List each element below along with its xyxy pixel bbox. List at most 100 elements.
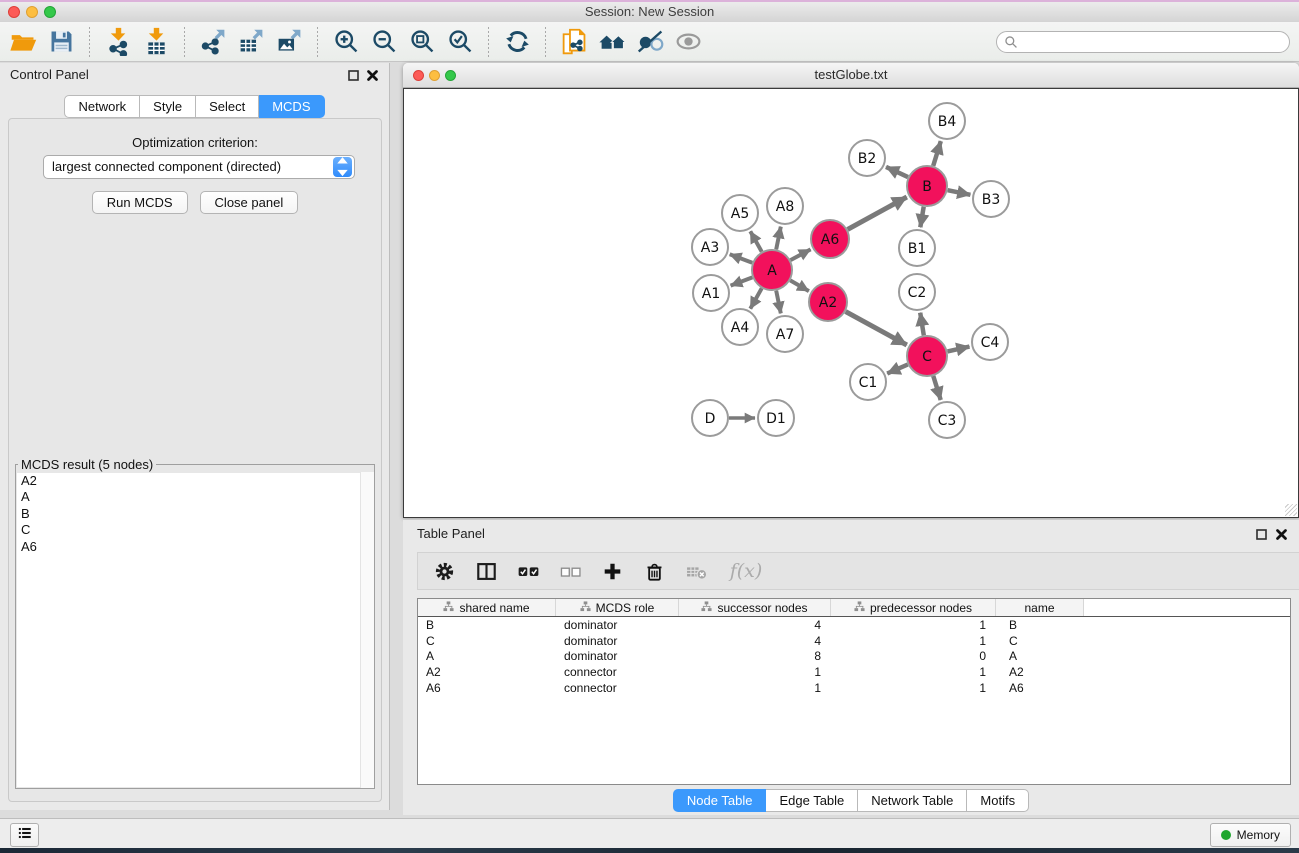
tab-style[interactable]: Style [140,95,196,118]
network-window-titlebar[interactable]: testGlobe.txt [403,63,1299,88]
edge-A6-B[interactable] [848,197,907,229]
table-row[interactable]: Adominator80A [418,648,1290,664]
memory-button[interactable]: Memory [1210,823,1291,847]
graph-node-C1[interactable]: C1 [850,364,886,400]
graph-node-C4[interactable]: C4 [972,324,1008,360]
graph-node-B4[interactable]: B4 [929,103,965,139]
result-list-item[interactable]: A6 [17,539,373,555]
graph-node-B3[interactable]: B3 [973,181,1009,217]
network-canvas[interactable]: B4 B2 B B3 A8 A5 A6 B1 A3 A A1 C2 A2 A4 … [403,88,1299,518]
column-header-successor-nodes[interactable]: successor nodes [679,599,831,616]
cell-successor-nodes[interactable]: 4 [679,634,831,648]
tab-network[interactable]: Network [64,95,140,118]
cell-predecessor-nodes[interactable]: 1 [831,681,996,695]
doc-network-button[interactable] [555,25,593,59]
cell-successor-nodes[interactable]: 1 [679,681,831,695]
result-list-item[interactable]: A2 [17,473,373,489]
export-table-button[interactable] [232,25,270,59]
cell-MCDS-role[interactable]: dominator [556,649,679,663]
cell-name[interactable]: B [996,618,1084,632]
graph-node-A6[interactable]: A6 [811,220,849,258]
graph-node-A2[interactable]: A2 [809,283,847,321]
result-list-item[interactable]: A [17,489,373,505]
result-list-item[interactable]: C [17,522,373,538]
cell-name[interactable]: A2 [996,665,1084,679]
graph-node-A8[interactable]: A8 [767,188,803,224]
cell-successor-nodes[interactable]: 4 [679,618,831,632]
edge-B-B4[interactable] [933,141,941,166]
tab-edge-table[interactable]: Edge Table [766,789,858,812]
cell-predecessor-nodes[interactable]: 1 [831,618,996,632]
graph-node-B1[interactable]: B1 [899,230,935,266]
cell-predecessor-nodes[interactable]: 0 [831,649,996,663]
cell-name[interactable]: A6 [996,681,1084,695]
float-panel-icon[interactable] [346,68,361,83]
checkboxes-off-button[interactable] [556,557,584,585]
tab-motifs[interactable]: Motifs [967,789,1029,812]
cell-shared-name[interactable]: A [418,649,556,663]
graph-node-A1[interactable]: A1 [693,275,729,311]
cell-successor-nodes[interactable]: 1 [679,665,831,679]
edge-A-A8[interactable] [776,227,781,250]
hide-details-button[interactable] [631,25,669,59]
edge-B-B2[interactable] [886,167,908,177]
trash-button[interactable] [640,557,668,585]
eye-button[interactable] [669,25,707,59]
table-row[interactable]: Bdominator41B [418,617,1290,633]
cell-shared-name[interactable]: B [418,618,556,632]
edge-A-A5[interactable] [750,231,761,251]
close-panel-button[interactable]: Close panel [200,191,299,214]
import-table-button[interactable] [137,25,175,59]
result-list-scrollbar[interactable] [360,472,374,788]
edge-C-C2[interactable] [920,313,924,336]
tab-select[interactable]: Select [196,95,259,118]
cell-name[interactable]: C [996,634,1084,648]
gear-button[interactable] [430,557,458,585]
folder-open-button[interactable] [4,25,42,59]
cell-MCDS-role[interactable]: connector [556,681,679,695]
graph-node-D1[interactable]: D1 [758,400,794,436]
column-header-predecessor-nodes[interactable]: predecessor nodes [831,599,996,616]
zoom-selected-button[interactable] [441,25,479,59]
search-input[interactable] [996,31,1290,53]
cell-successor-nodes[interactable]: 8 [679,649,831,663]
tab-network-table[interactable]: Network Table [858,789,967,812]
edge-A2-C[interactable] [846,312,907,345]
cell-MCDS-role[interactable]: dominator [556,618,679,632]
criterion-select[interactable]: largest connected component (directed) [43,155,355,179]
edge-A-A1[interactable] [731,277,753,285]
zoom-in-button[interactable] [327,25,365,59]
refresh-button[interactable] [498,25,536,59]
cell-shared-name[interactable]: A2 [418,665,556,679]
graph-node-C2[interactable]: C2 [899,274,935,310]
graph-node-C[interactable]: C [907,336,947,376]
plus-button[interactable] [598,557,626,585]
zoom-fit-button[interactable] [403,25,441,59]
tab-node-table[interactable]: Node Table [673,789,767,812]
edge-A-A3[interactable] [730,254,753,262]
window-resize-grip[interactable] [1285,504,1297,516]
graph-node-A3[interactable]: A3 [692,229,728,265]
table-row[interactable]: A2connector11A2 [418,664,1290,680]
export-image-button[interactable] [270,25,308,59]
edge-C-C1[interactable] [887,365,908,374]
edge-C-C4[interactable] [948,347,970,352]
cell-MCDS-role[interactable]: connector [556,665,679,679]
table-row[interactable]: Cdominator41C [418,633,1290,649]
table-row[interactable]: A6connector11A6 [418,680,1290,696]
float-table-panel-icon[interactable] [1254,527,1269,542]
edge-B-B1[interactable] [920,207,923,228]
import-network-button[interactable] [99,25,137,59]
graph-node-A5[interactable]: A5 [722,195,758,231]
graph-node-D[interactable]: D [692,400,728,436]
graph-node-B2[interactable]: B2 [849,140,885,176]
split-columns-button[interactable] [472,557,500,585]
cell-MCDS-role[interactable]: dominator [556,634,679,648]
close-panel-icon[interactable] [365,68,380,83]
checkboxes-on-button[interactable] [514,557,542,585]
edge-A-A4[interactable] [750,288,761,308]
cell-predecessor-nodes[interactable]: 1 [831,634,996,648]
home-button[interactable] [593,25,631,59]
cell-shared-name[interactable]: A6 [418,681,556,695]
graph-node-A4[interactable]: A4 [722,309,758,345]
